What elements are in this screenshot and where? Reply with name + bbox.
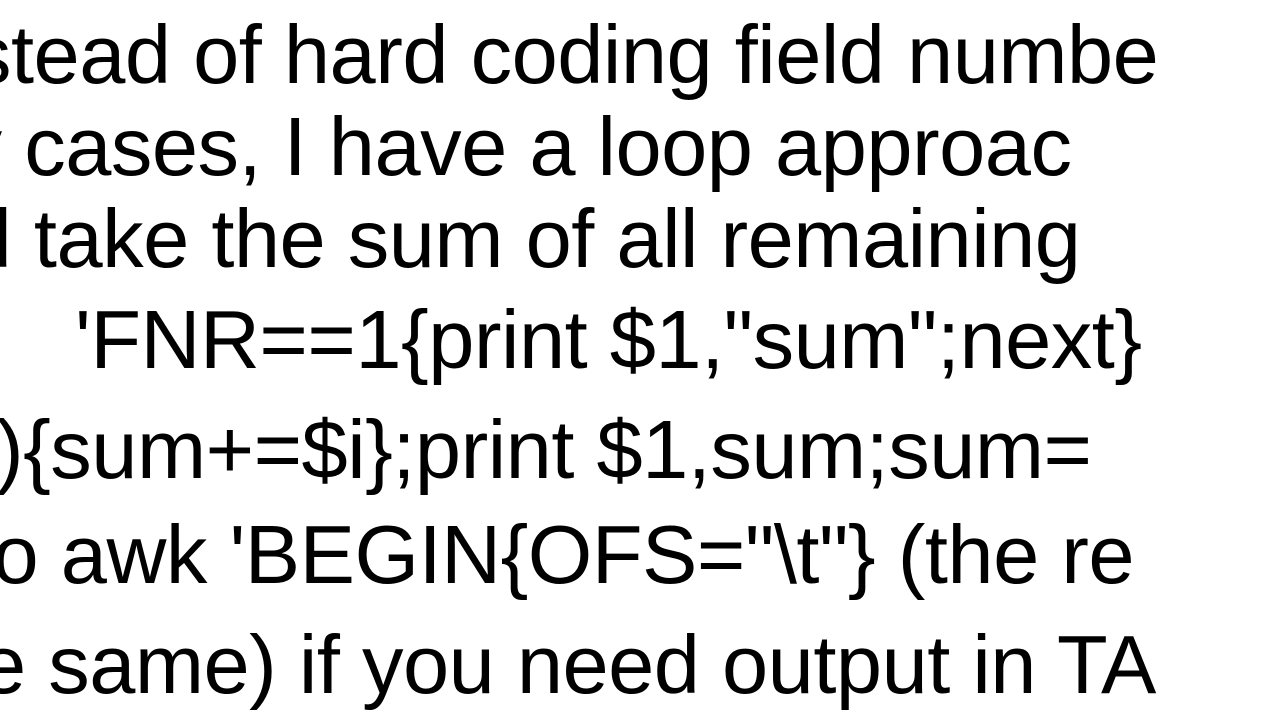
text-line-4: 'FNR==1{print $1,"sum";next} (75, 295, 1142, 385)
text-line-3: nd take the sum of all remaining (0, 194, 1080, 284)
text-line-2: ny cases, I have a loop approac (0, 102, 1071, 192)
text-line-1: stead of hard coding field numbe (0, 10, 1158, 100)
document-text-block: stead of hard coding field numbe ny case… (0, 0, 1280, 720)
text-line-5: ++){sum+=$i};print $1,sum;sum= (0, 405, 1091, 495)
text-line-7: e same) if you need output in TA (0, 620, 1156, 710)
text-line-6: to awk 'BEGIN{OFS="\t"} (the re (0, 510, 1134, 600)
